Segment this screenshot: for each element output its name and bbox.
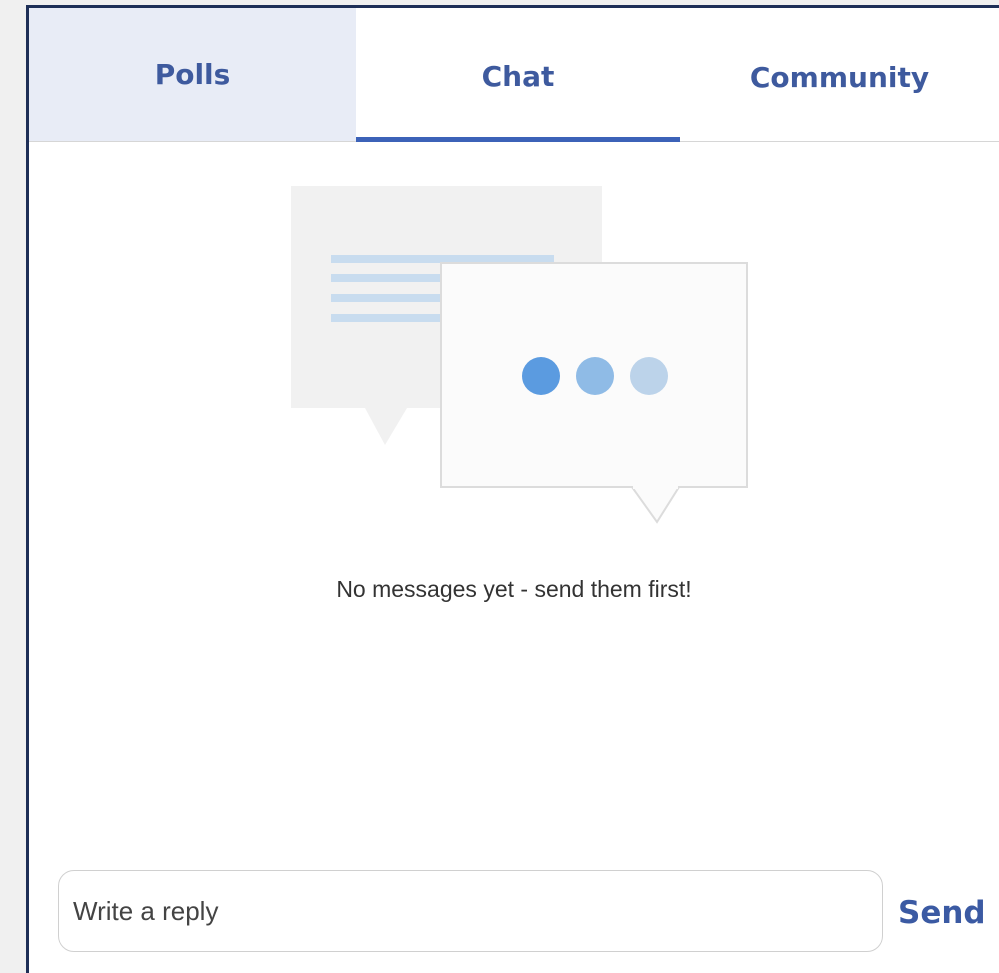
tab-polls[interactable]: Polls (29, 8, 356, 141)
empty-state-message: No messages yet - send them first! (336, 576, 692, 602)
chat-panel: Polls Chat Community No messages yet - s… (26, 5, 999, 973)
back-bubble-icon (291, 186, 602, 445)
send-button[interactable]: Send (898, 888, 994, 938)
reply-input[interactable] (58, 870, 883, 952)
tab-community[interactable]: Community (680, 8, 999, 141)
tab-bar: Polls Chat Community (29, 8, 999, 142)
tab-chat[interactable]: Chat (356, 8, 680, 142)
front-bubble-icon (440, 262, 748, 524)
